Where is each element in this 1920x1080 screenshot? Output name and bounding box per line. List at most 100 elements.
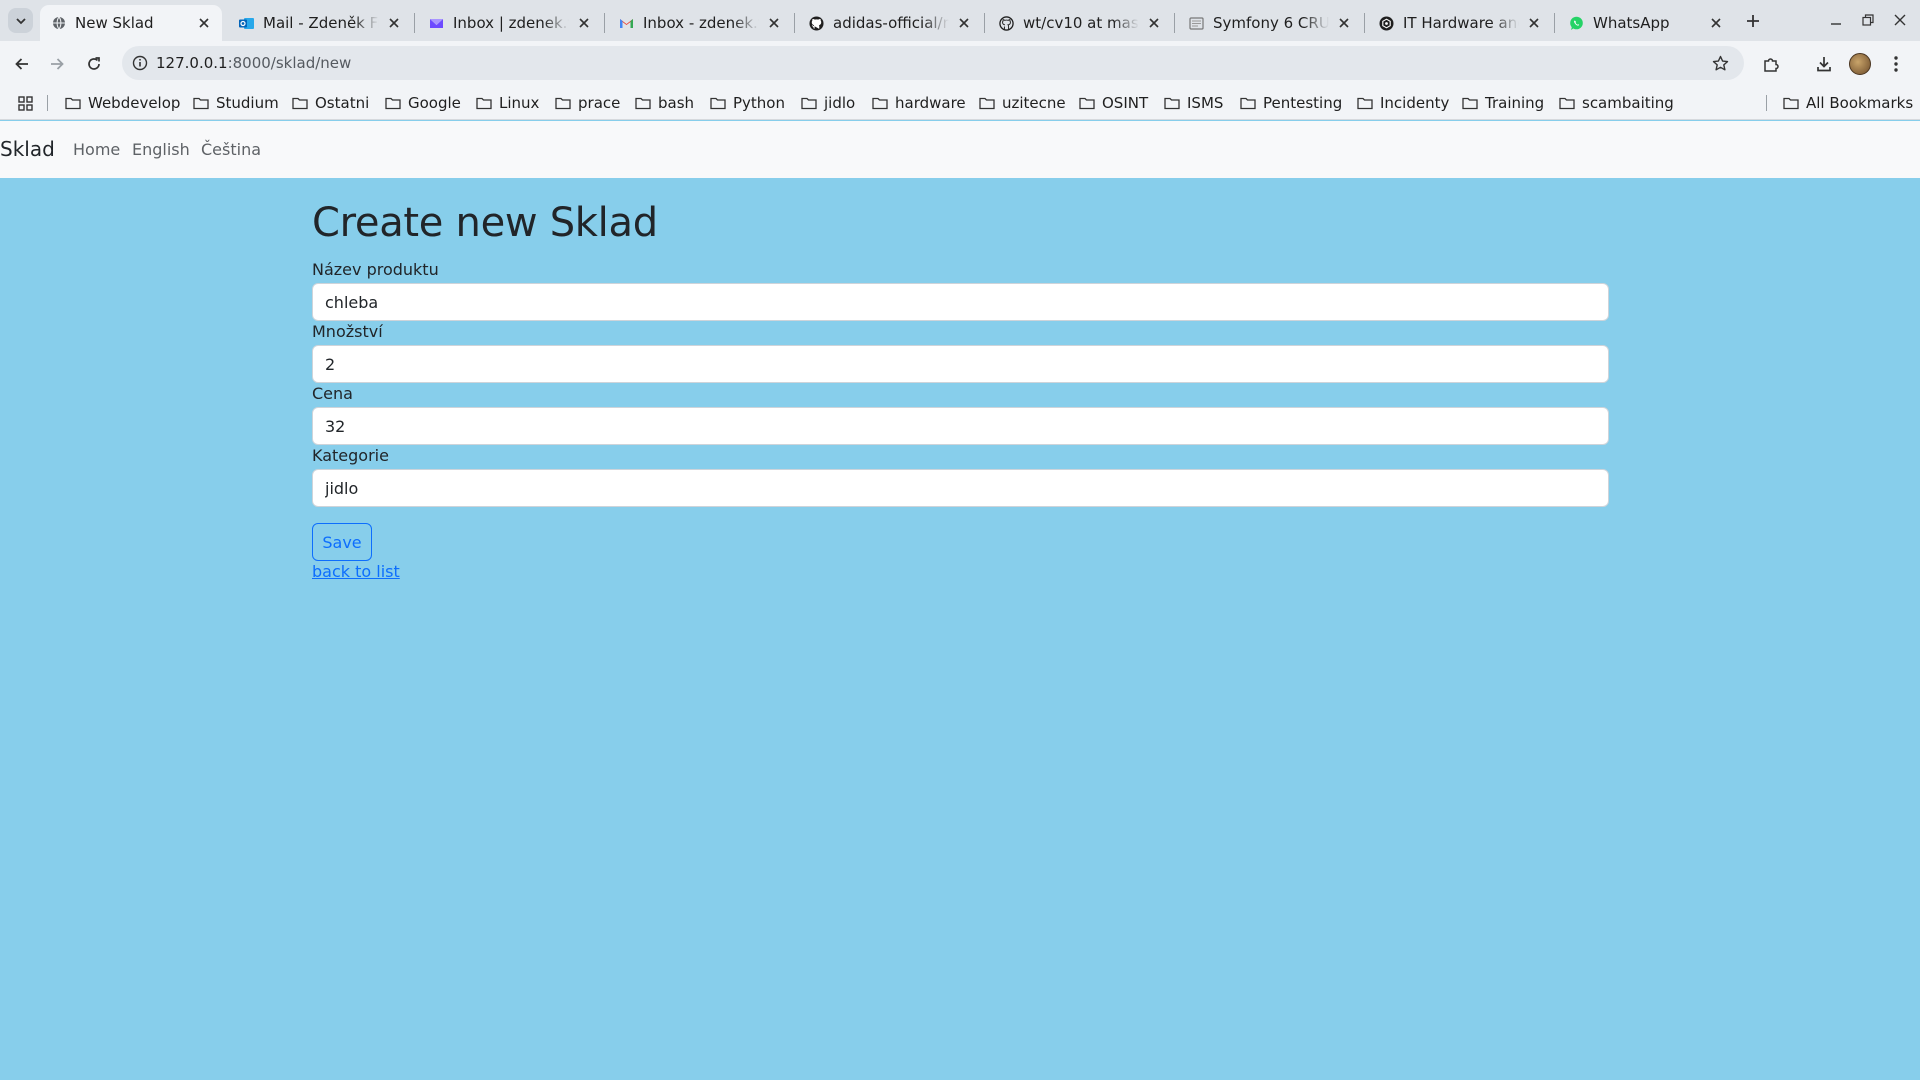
close-icon[interactable] <box>765 14 783 32</box>
bookmark-label: prace <box>578 94 621 112</box>
github-icon <box>809 15 824 31</box>
folder-icon <box>476 95 492 111</box>
bookmark-folder-uzitecne[interactable]: uzitecne <box>979 93 1066 113</box>
bookmark-folder-studium[interactable]: Studium <box>193 93 279 113</box>
tab-new-sklad[interactable]: New Sklad <box>40 5 222 41</box>
back-to-list-link[interactable]: back to list <box>312 562 400 581</box>
tab-divider <box>1364 13 1365 33</box>
extensions-button[interactable] <box>1758 51 1784 77</box>
bookmark-folder-isms[interactable]: ISMS <box>1164 93 1223 113</box>
address-bar[interactable]: 127.0.0.1:8000/sklad/new <box>122 46 1744 80</box>
minimize-icon <box>1831 23 1841 25</box>
bookmark-folder-bash[interactable]: bash <box>635 93 694 113</box>
tab-title: wt/cv10 at master <box>1023 14 1139 32</box>
bookmark-label: OSINT <box>1102 94 1149 112</box>
close-icon[interactable] <box>1335 14 1353 32</box>
close-icon[interactable] <box>575 14 593 32</box>
navbar-brand[interactable]: Sklad <box>0 137 55 161</box>
folder-icon <box>1559 95 1575 111</box>
tab-mail[interactable]: Mail - Zdeněk Fry <box>228 5 412 41</box>
tab-divider <box>414 13 415 33</box>
close-icon[interactable] <box>1707 14 1725 32</box>
tab-proton-inbox[interactable]: Inbox | zdenek.fry <box>418 5 602 41</box>
bookmark-folder-scambaiting[interactable]: scambaiting <box>1559 93 1674 113</box>
bookmark-label: Linux <box>499 94 540 112</box>
folder-icon <box>555 95 571 111</box>
bookmark-folder-webdevelop[interactable]: Webdevelop <box>65 93 180 113</box>
folder-icon <box>1240 95 1256 111</box>
close-icon[interactable] <box>1145 14 1163 32</box>
folder-icon <box>193 95 209 111</box>
tab-title: Inbox - zdenek.fry <box>643 14 759 32</box>
tab-divider <box>1174 13 1175 33</box>
tab-title: WhatsApp <box>1593 14 1670 32</box>
tab-search-button[interactable] <box>8 8 33 33</box>
restore-button[interactable] <box>1858 10 1878 30</box>
bookmark-folder-incidenty[interactable]: Incidenty <box>1357 93 1449 113</box>
all-bookmarks-label: All Bookmarks <box>1806 94 1914 112</box>
bookmark-folder-jidlo[interactable]: jidlo <box>801 93 855 113</box>
gmail-icon <box>619 16 634 31</box>
downloads-button[interactable] <box>1811 51 1837 77</box>
profile-button[interactable] <box>1847 51 1873 77</box>
browser-toolbar: 127.0.0.1:8000/sklad/new <box>0 41 1920 86</box>
category-label: Kategorie <box>312 446 389 465</box>
bookmark-label: uzitecne <box>1002 94 1066 112</box>
tab-it-hardware[interactable]: IT Hardware and <box>1368 5 1552 41</box>
new-tab-button[interactable] <box>1740 8 1765 33</box>
close-icon[interactable] <box>195 14 213 32</box>
bookmark-folder-osint[interactable]: OSINT <box>1079 93 1148 113</box>
bookmark-label: Studium <box>216 94 279 112</box>
bookmark-folder-linux[interactable]: Linux <box>476 93 539 113</box>
url-text: 127.0.0.1:8000/sklad/new <box>156 54 351 72</box>
tab-whatsapp[interactable]: WhatsApp <box>1558 5 1734 41</box>
site-info-icon[interactable] <box>130 53 150 73</box>
bookmark-star-icon[interactable] <box>1710 53 1730 73</box>
tab-adidas-github[interactable]: adidas-official/mi <box>798 5 982 41</box>
folder-icon <box>710 95 726 111</box>
tab-symfony-crud[interactable]: Symfony 6 CRUD <box>1178 5 1362 41</box>
bookmark-folder-prace[interactable]: prace <box>555 93 620 113</box>
close-icon[interactable] <box>385 14 403 32</box>
bookmark-folder-hardware[interactable]: hardware <box>872 93 966 113</box>
bookmark-label: jidlo <box>824 94 856 112</box>
close-icon[interactable] <box>1525 14 1543 32</box>
bookmark-label: ISMS <box>1187 94 1224 112</box>
minimize-button[interactable] <box>1826 10 1846 30</box>
reload-button[interactable] <box>80 50 108 78</box>
all-bookmarks-button[interactable]: All Bookmarks <box>1783 93 1913 113</box>
category-input[interactable] <box>312 469 1609 507</box>
apps-button[interactable] <box>16 94 34 112</box>
bookmark-folder-pentesting[interactable]: Pentesting <box>1240 93 1342 113</box>
tab-gmail-inbox[interactable]: Inbox - zdenek.fry <box>608 5 792 41</box>
tab-divider <box>794 13 795 33</box>
folder-icon <box>65 95 81 111</box>
tab-title: IT Hardware and <box>1403 14 1519 32</box>
tab-divider <box>984 13 985 33</box>
price-input[interactable] <box>312 407 1609 445</box>
menu-button[interactable] <box>1883 51 1909 77</box>
close-icon[interactable] <box>955 14 973 32</box>
quantity-input[interactable] <box>312 345 1609 383</box>
bookmark-folder-training[interactable]: Training <box>1462 93 1544 113</box>
save-button[interactable]: Save <box>312 523 372 561</box>
forward-button[interactable] <box>43 50 71 78</box>
site-navbar: Sklad Home English Čeština <box>0 121 1920 178</box>
url-host: 127.0.0.1 <box>156 54 228 72</box>
close-window-button[interactable] <box>1890 10 1910 30</box>
tab-wt-github[interactable]: wt/cv10 at master <box>988 5 1172 41</box>
tab-title: Symfony 6 CRUD <box>1213 14 1329 32</box>
nav-link-home[interactable]: Home <box>73 140 120 159</box>
page-title: Create new Sklad <box>312 200 658 246</box>
bookmarks-divider <box>1766 95 1767 111</box>
product-name-input[interactable] <box>312 283 1609 321</box>
bookmark-folder-ostatni[interactable]: Ostatni <box>292 93 369 113</box>
nav-link-cestina[interactable]: Čeština <box>201 140 261 159</box>
nav-link-english[interactable]: English <box>132 140 190 159</box>
bookmark-folder-google[interactable]: Google <box>385 93 461 113</box>
price-label: Cena <box>312 384 353 403</box>
bookmark-folder-python[interactable]: Python <box>710 93 785 113</box>
folder-icon <box>1164 95 1180 111</box>
tab-title: New Sklad <box>75 14 154 32</box>
back-button[interactable] <box>8 50 36 78</box>
